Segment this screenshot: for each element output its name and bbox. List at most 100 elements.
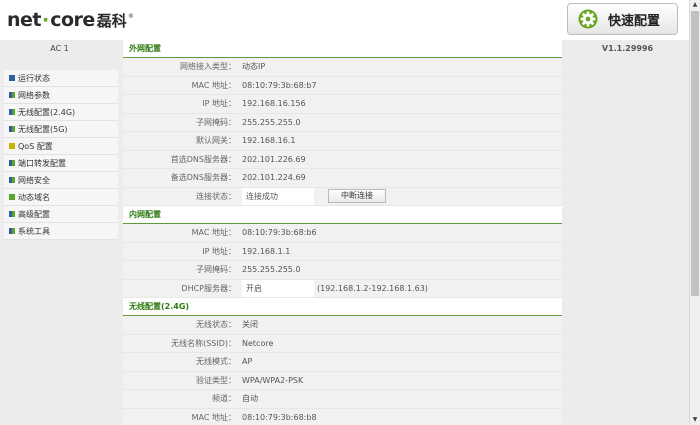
firmware-version: V1.1.29996 bbox=[601, 44, 654, 53]
row-value: AP bbox=[239, 353, 562, 371]
main-content: 外网配置 网络接入类型： 动态IP MAC 地址： 08:10:79:3b:68:b… bbox=[123, 40, 562, 425]
registered-mark: ® bbox=[127, 13, 134, 20]
section-title-wireless: 无线配置(2.4G) bbox=[123, 298, 562, 316]
sidebar-item-system-tools[interactable]: 系统工具 bbox=[4, 223, 118, 240]
row-label: IP 地址： bbox=[123, 242, 239, 260]
row-label: 连接状态： bbox=[123, 187, 239, 205]
row-label: DHCP服务器： bbox=[123, 279, 239, 297]
row-value: 255.255.255.0 bbox=[239, 261, 562, 279]
table-row-connection-status: 连接状态： 连接成功 中断连接 bbox=[123, 187, 562, 206]
scroll-up-arrow-icon[interactable]: ▲ bbox=[690, 0, 700, 10]
table-row: MAC 地址： 08:10:79:3b:68:b7 bbox=[123, 76, 562, 95]
row-label: 子网掩码： bbox=[123, 113, 239, 131]
sidebar-item-label: 端口转发配置 bbox=[18, 158, 66, 168]
row-label: 无线状态： bbox=[123, 316, 239, 334]
qos-icon bbox=[9, 143, 15, 149]
dhcp-range: (192.168.1.2-192.168.1.63) bbox=[317, 283, 428, 293]
sidebar-item-label: 高级配置 bbox=[18, 209, 50, 219]
sidebar-item-wireless-24g[interactable]: 无线配置(2.4G) bbox=[4, 104, 118, 121]
sidebar-item-ddns[interactable]: 动态域名 bbox=[4, 189, 118, 206]
tools-icon bbox=[9, 228, 15, 234]
wireless-icon bbox=[9, 126, 15, 132]
table-row: 子网掩码： 255.255.255.0 bbox=[123, 261, 562, 280]
logo-text: core bbox=[50, 9, 95, 31]
row-label: 频道： bbox=[123, 390, 239, 408]
sidebar-item-label: 无线配置(5G) bbox=[18, 124, 68, 134]
row-value: 192.168.16.1 bbox=[239, 132, 562, 150]
logo-dot: · bbox=[42, 9, 50, 31]
sidebar-item-status[interactable]: 运行状态 bbox=[4, 70, 118, 87]
row-label: MAC 地址： bbox=[123, 224, 239, 242]
table-row: MAC 地址： 08:10:79:3b:68:b6 bbox=[123, 224, 562, 243]
row-label: 无线模式： bbox=[123, 353, 239, 371]
row-value: 动态IP bbox=[239, 58, 562, 76]
sidebar-item-label: 网络安全 bbox=[18, 175, 50, 185]
row-label: MAC 地址： bbox=[123, 76, 239, 94]
row-value: 关闭 bbox=[239, 316, 562, 334]
table-row: 网络接入类型： 动态IP bbox=[123, 58, 562, 77]
sidebar-item-label: 动态域名 bbox=[18, 192, 50, 202]
vertical-scrollbar[interactable]: ▲ ▼ bbox=[689, 0, 700, 425]
table-row: 频道： 自动 bbox=[123, 390, 562, 409]
right-panel: V1.1.29996 bbox=[566, 40, 689, 425]
quick-setup-button[interactable]: 快速配置 bbox=[567, 3, 678, 35]
logo-text-cn: 磊科 bbox=[96, 12, 127, 30]
row-value: 192.168.1.1 bbox=[239, 242, 562, 260]
row-label: 备选DNS服务器： bbox=[123, 169, 239, 187]
sidebar-item-wireless-5g[interactable]: 无线配置(5G) bbox=[4, 121, 118, 138]
sidebar-item-label: QoS 配置 bbox=[18, 141, 53, 151]
gear-icon bbox=[578, 9, 598, 29]
table-row: 首选DNS服务器： 202.101.226.69 bbox=[123, 150, 562, 169]
row-value: 08:10:79:3b:68:b7 bbox=[239, 76, 562, 94]
sidebar-nav: 运行状态 网络参数 无线配置(2.4G) 无线配置(5G) QoS 配置 端口转… bbox=[4, 70, 118, 240]
table-row: 验证类型： WPA/WPA2-PSK bbox=[123, 371, 562, 390]
row-label: 无线名称(SSID)： bbox=[123, 334, 239, 352]
table-row: MAC 地址： 08:10:79:3b:68:b8 bbox=[123, 408, 562, 425]
header: net · core 磊科 ® 快速配置 bbox=[0, 0, 689, 40]
sidebar-item-advanced[interactable]: 高级配置 bbox=[4, 206, 118, 223]
row-label: 默认网关： bbox=[123, 132, 239, 150]
table-row: 无线模式： AP bbox=[123, 353, 562, 372]
sidebar-item-network[interactable]: 网络参数 bbox=[4, 87, 118, 104]
row-label: IP 地址： bbox=[123, 95, 239, 113]
connection-status-value: 连接成功 bbox=[242, 187, 314, 205]
sidebar-item-label: 网络参数 bbox=[18, 90, 50, 100]
ac-label: AC 1 bbox=[50, 44, 69, 53]
dhcp-status-value: 开启 bbox=[242, 279, 314, 297]
row-label: MAC 地址： bbox=[123, 408, 239, 425]
logo-text: net bbox=[7, 9, 42, 31]
scroll-down-arrow-icon[interactable]: ▼ bbox=[690, 415, 700, 425]
table-row: 无线名称(SSID)： Netcore bbox=[123, 334, 562, 353]
row-label: 首选DNS服务器： bbox=[123, 150, 239, 168]
row-label: 子网掩码： bbox=[123, 261, 239, 279]
table-row: 备选DNS服务器： 202.101.224.69 bbox=[123, 169, 562, 188]
netcore-logo: net · core 磊科 ® bbox=[7, 9, 134, 33]
row-label: 验证类型： bbox=[123, 371, 239, 389]
row-value: 自动 bbox=[239, 390, 562, 408]
row-value: Netcore bbox=[239, 334, 562, 352]
table-row-dhcp: DHCP服务器： 开启 (192.168.1.2-192.168.1.63) bbox=[123, 279, 562, 298]
sidebar-item-qos[interactable]: QoS 配置 bbox=[4, 138, 118, 155]
disconnect-button[interactable]: 中断连接 bbox=[328, 189, 386, 204]
sidebar-item-label: 无线配置(2.4G) bbox=[18, 107, 76, 117]
network-icon bbox=[9, 92, 15, 98]
advanced-icon bbox=[9, 211, 15, 217]
table-row: 默认网关： 192.168.16.1 bbox=[123, 132, 562, 151]
section-title-wan: 外网配置 bbox=[123, 40, 562, 58]
row-label: 网络接入类型： bbox=[123, 58, 239, 76]
row-value: 连接成功 中断连接 bbox=[239, 187, 562, 205]
row-value: 开启 (192.168.1.2-192.168.1.63) bbox=[239, 279, 562, 297]
table-row: 子网掩码： 255.255.255.0 bbox=[123, 113, 562, 132]
sidebar-item-security[interactable]: 网络安全 bbox=[4, 172, 118, 189]
port-icon bbox=[9, 160, 15, 166]
ddns-icon bbox=[9, 194, 15, 200]
row-value: 08:10:79:3b:68:b6 bbox=[239, 224, 562, 242]
section-title-lan: 内网配置 bbox=[123, 206, 562, 224]
table-row: IP 地址： 192.168.1.1 bbox=[123, 242, 562, 261]
sidebar: AC 1 运行状态 网络参数 无线配置(2.4G) 无线配置(5G) QoS 配… bbox=[0, 40, 119, 425]
sidebar-item-label: 系统工具 bbox=[18, 226, 50, 236]
table-row: IP 地址： 192.168.16.156 bbox=[123, 95, 562, 114]
status-icon bbox=[9, 75, 15, 81]
sidebar-item-port-forwarding[interactable]: 端口转发配置 bbox=[4, 155, 118, 172]
scrollbar-thumb[interactable] bbox=[691, 11, 699, 296]
